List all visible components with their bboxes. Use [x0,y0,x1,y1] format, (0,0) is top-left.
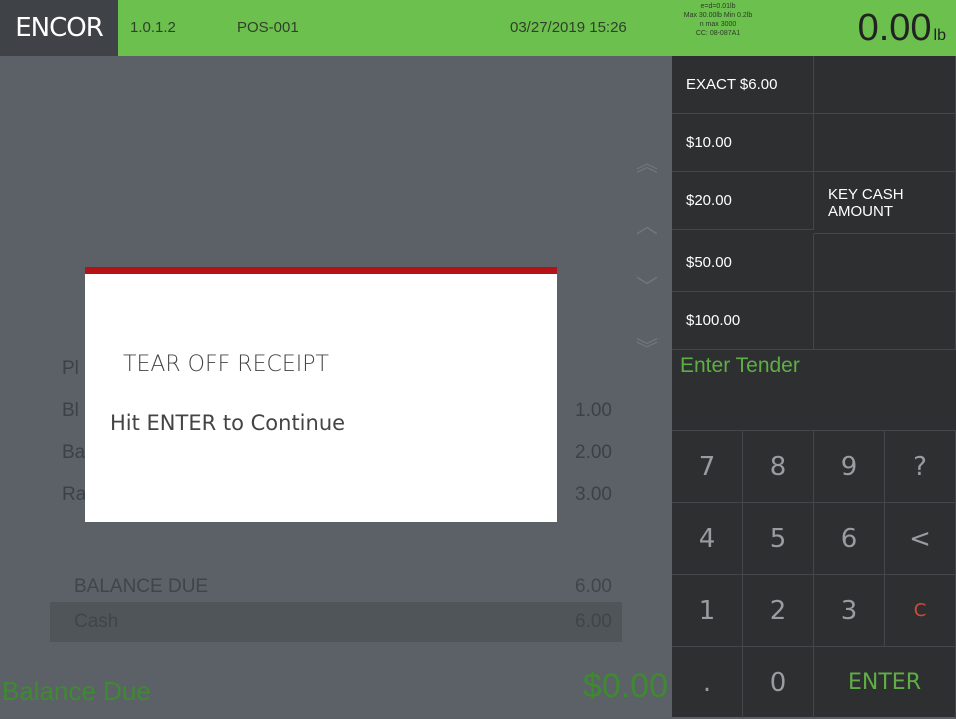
key-0[interactable]: 0 [743,646,814,718]
double-chevron-down-icon[interactable]: ︾ [622,322,672,378]
key-4[interactable]: 4 [672,502,743,574]
key-9[interactable]: 9 [814,430,885,502]
clear-key[interactable]: C [885,574,956,646]
key-7[interactable]: 7 [672,430,743,502]
tender-blank-button[interactable] [814,56,956,114]
cash-label: Cash [74,611,119,632]
item-amount: 1.00 [575,400,612,421]
tender-blank-button[interactable] [814,292,956,350]
item-name: Bl [62,400,79,421]
weight-display: 0.00 lb [858,4,946,60]
logo: ENCOR [0,0,118,56]
double-chevron-up-icon[interactable]: ︽ [622,136,672,192]
chevron-up-icon[interactable]: ︿ [622,198,672,254]
item-name: Ra [62,484,87,505]
dialog-title: TEAR OFF RECEIPT [123,352,329,377]
enter-button[interactable]: ENTER [814,646,956,718]
scale-info-line: n max 3000 [699,21,737,28]
key-2[interactable]: 2 [743,574,814,646]
cash-amount: 6.00 [575,611,612,632]
tender-panel: EXACT $6.00 $10.00 $20.00 KEY CASH AMOUN… [672,56,956,718]
dialog-message: Hit ENTER to Continue [110,411,346,435]
tender-10-button[interactable]: $10.00 [672,114,814,172]
scale-info: e=d=0.01lb Max 30.00lb Min 0.2lb n max 3… [673,2,763,38]
tear-off-receipt-dialog: TEAR OFF RECEIPT Hit ENTER to Continue [85,267,557,522]
key-8[interactable]: 8 [743,430,814,502]
key-3[interactable]: 3 [814,574,885,646]
key-1[interactable]: 1 [672,574,743,646]
tender-blank-button[interactable] [814,114,956,172]
cash-tender-row[interactable]: Cash 6.00 [50,602,622,642]
scale-info-line: e=d=0.01lb [700,3,736,10]
key-help[interactable]: ? [885,430,956,502]
tender-100-button[interactable]: $100.00 [672,292,814,350]
item-amount: 2.00 [575,442,612,463]
backspace-key[interactable]: < [885,502,956,574]
version-label: 1.0.1.2 [130,19,176,36]
key-6[interactable]: 6 [814,502,885,574]
key-decimal[interactable]: . [672,646,743,718]
weight-value: 0.00 [857,7,932,49]
scroll-controls: ︽ ︿ ﹀ ︾ [622,136,672,406]
exact-tender-button[interactable]: EXACT $6.00 [672,56,814,114]
datetime-label: 03/27/2019 15:26 [510,19,627,36]
item-name: Pl [62,358,79,379]
footer-balance-label: Balance Due [2,676,151,706]
top-bar: ENCOR 1.0.1.2 POS-001 03/27/2019 15:26 e… [0,0,956,56]
chevron-down-icon[interactable]: ﹀ [622,260,672,316]
enter-tender-prompt: Enter Tender [680,354,800,377]
tender-blank-button[interactable] [814,234,956,292]
tender-20-button[interactable]: $20.00 [672,172,814,230]
weight-unit: lb [933,27,946,44]
terminal-label: POS-001 [237,19,299,36]
scale-info-line: CC: 08-087A1 [695,30,741,37]
key-5[interactable]: 5 [743,502,814,574]
item-amount: 3.00 [575,484,612,505]
scale-info-line: Max 30.00lb Min 0.2lb [683,12,753,19]
key-cash-amount-button[interactable]: KEY CASH AMOUNT [814,172,956,234]
tender-50-button[interactable]: $50.00 [672,234,814,292]
item-name: Ba [62,442,86,463]
footer-balance-amount: $0.00 [582,667,668,705]
